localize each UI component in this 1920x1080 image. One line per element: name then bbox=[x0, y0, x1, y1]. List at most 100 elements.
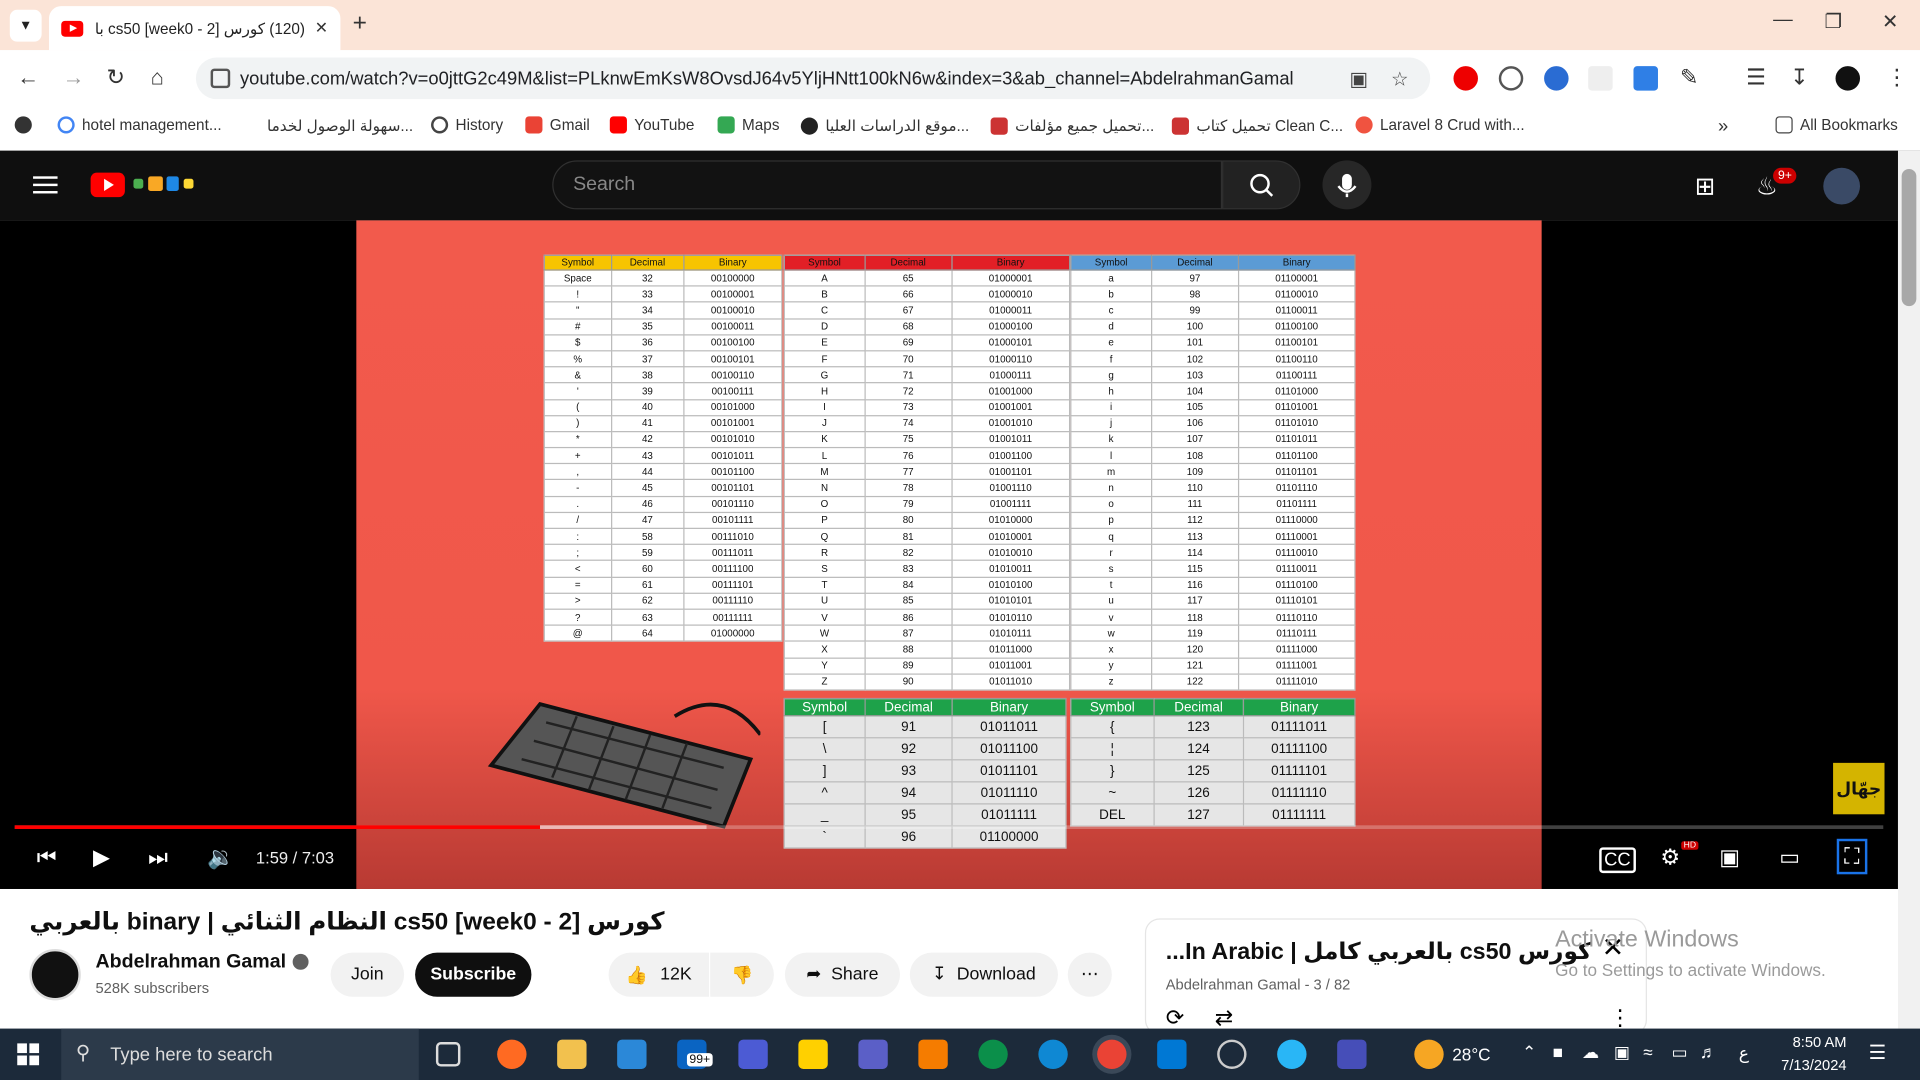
teams-new-icon[interactable] bbox=[1337, 1039, 1367, 1069]
bookmark-item[interactable]: تحميل كتاب Clean C... bbox=[1171, 116, 1343, 135]
bookmark-item[interactable]: تحميل جميع مؤلفات... bbox=[990, 116, 1154, 135]
onedrive-cloud-icon[interactable]: ☁ bbox=[1582, 1042, 1599, 1063]
bookmark-item[interactable]: Maps bbox=[717, 116, 779, 134]
next-video-icon[interactable]: ⏭ bbox=[148, 845, 168, 871]
tab-search-dropdown-icon[interactable]: ▼ bbox=[9, 9, 42, 42]
app-icon[interactable] bbox=[497, 1039, 527, 1069]
subscribe-button[interactable]: Subscribe bbox=[415, 952, 532, 997]
task-view-icon[interactable] bbox=[435, 1042, 461, 1067]
previous-video-icon[interactable]: ⏮ bbox=[37, 845, 57, 871]
teams-icon[interactable] bbox=[858, 1039, 888, 1069]
voice-search-button[interactable] bbox=[1322, 160, 1372, 210]
media-control-icon[interactable]: ☰ bbox=[1746, 65, 1766, 91]
shuffle-icon[interactable]: ⇄ bbox=[1215, 1005, 1233, 1031]
search-button[interactable] bbox=[1222, 160, 1301, 210]
clock-date[interactable]: 7/13/2024 bbox=[1773, 1057, 1846, 1074]
captions-icon[interactable]: CC bbox=[1599, 847, 1636, 874]
play-icon[interactable]: ▶ bbox=[93, 845, 110, 871]
bookmark-item[interactable]: YouTube bbox=[609, 116, 694, 134]
fullscreen-icon[interactable]: ⛶ bbox=[1836, 838, 1867, 875]
extension-icon[interactable] bbox=[1588, 66, 1613, 91]
file-explorer-icon[interactable] bbox=[557, 1039, 587, 1069]
home-icon[interactable]: ⌂ bbox=[151, 65, 164, 91]
more-actions-icon[interactable]: ⋯ bbox=[1067, 952, 1112, 997]
download-icon[interactable]: ↧ bbox=[1790, 65, 1808, 91]
shield-icon[interactable]: ■ bbox=[1553, 1042, 1563, 1062]
volume-icon[interactable]: 🔉 bbox=[207, 845, 234, 871]
playlist-menu-icon[interactable]: ⋮ bbox=[1609, 1005, 1631, 1031]
minimize-icon[interactable]: — bbox=[1773, 10, 1793, 32]
profile-avatar[interactable] bbox=[1835, 66, 1861, 91]
github-desktop-icon[interactable] bbox=[1217, 1039, 1247, 1069]
bookmark-star-icon[interactable]: ☆ bbox=[1391, 67, 1409, 91]
scrollbar-thumb[interactable] bbox=[1901, 168, 1917, 307]
page-scrollbar[interactable] bbox=[1897, 150, 1920, 1029]
forward-icon[interactable]: → bbox=[62, 65, 84, 91]
potplayer-icon[interactable] bbox=[798, 1039, 828, 1069]
theater-mode-icon[interactable]: ▭ bbox=[1779, 845, 1800, 871]
join-button[interactable]: Join bbox=[330, 952, 405, 997]
channel-name[interactable]: Abdelrahman Gamal bbox=[96, 951, 309, 973]
bookmark-item[interactable]: موقع الدراسات العليا... bbox=[800, 116, 969, 135]
channel-avatar[interactable] bbox=[29, 948, 81, 1001]
chrome-icon[interactable] bbox=[1097, 1039, 1127, 1069]
loop-icon[interactable]: ⟳ bbox=[1166, 1005, 1184, 1031]
new-tab-button[interactable]: + bbox=[353, 10, 367, 38]
adblock-extension-icon[interactable] bbox=[1453, 66, 1478, 91]
miniplayer-icon[interactable]: ▣ bbox=[1719, 845, 1740, 871]
channel-watermark[interactable]: جهّال bbox=[1833, 762, 1885, 815]
all-bookmarks[interactable]: All Bookmarks bbox=[1775, 116, 1898, 134]
share-button[interactable]: ➦ Share bbox=[784, 952, 901, 997]
speaker-icon[interactable]: ♬ bbox=[1700, 1042, 1717, 1062]
edge-icon[interactable] bbox=[1038, 1039, 1068, 1069]
bookmark-item[interactable]: hotel management... bbox=[57, 116, 222, 134]
clock-time[interactable]: 8:50 AM bbox=[1773, 1033, 1847, 1050]
account-avatar[interactable] bbox=[1823, 167, 1861, 205]
xampp-icon[interactable] bbox=[918, 1039, 948, 1069]
store-icon[interactable] bbox=[617, 1039, 647, 1069]
camera-icon[interactable]: ▣ bbox=[1614, 1042, 1630, 1063]
close-window-icon[interactable]: ✕ bbox=[1882, 10, 1898, 34]
search-input[interactable]: Search bbox=[552, 160, 1223, 210]
dislike-button[interactable]: 👎 bbox=[710, 952, 774, 997]
wifi-icon[interactable]: ≈ bbox=[1643, 1042, 1652, 1062]
more-bookmarks-icon[interactable]: » bbox=[1718, 116, 1728, 137]
download-button[interactable]: ↧ Download bbox=[909, 952, 1058, 997]
vscode-icon[interactable] bbox=[1157, 1039, 1187, 1069]
video-player[interactable]: Symbol Decimal Binary Space 32 00100000! 33 001… bbox=[0, 220, 1898, 889]
progress-bar[interactable] bbox=[14, 825, 1884, 829]
app-icon[interactable] bbox=[1277, 1039, 1307, 1069]
extension-icon[interactable] bbox=[1633, 66, 1658, 91]
address-bar[interactable]: youtube.com/watch?v=o0jttG2c49M&list=PLk… bbox=[195, 57, 1431, 100]
windows-start-icon[interactable] bbox=[17, 1043, 40, 1066]
youtube-logo[interactable] bbox=[90, 172, 125, 198]
show-hidden-icons-icon[interactable]: ⌃ bbox=[1522, 1042, 1536, 1063]
menu-hamburger-icon[interactable] bbox=[33, 176, 58, 194]
like-button[interactable]: 👍 12K bbox=[608, 952, 709, 997]
app-icon[interactable] bbox=[738, 1039, 768, 1069]
browser-menu-icon[interactable]: ⋮ bbox=[1886, 65, 1908, 91]
bookmark-item[interactable]: سهولة الوصول لخدما... bbox=[267, 116, 413, 135]
input-language[interactable]: ع bbox=[1739, 1043, 1749, 1064]
restore-icon[interactable]: ❐ bbox=[1825, 10, 1843, 34]
bookmark-item[interactable]: Laravel 8 Crud with... bbox=[1355, 116, 1525, 134]
browser-tab-active[interactable]: (120) كورس cs50 [week0 - 2] بال ✕ bbox=[48, 6, 341, 51]
taskbar-search-input[interactable]: ⚲ Type here to search bbox=[61, 1028, 419, 1080]
create-video-icon[interactable]: ⊞ bbox=[1695, 171, 1716, 202]
settings-gear-icon[interactable]: ⚙ bbox=[1660, 845, 1680, 871]
extension-icon[interactable] bbox=[1498, 66, 1524, 91]
extension-icon[interactable] bbox=[1544, 66, 1569, 91]
weather-icon[interactable] bbox=[1414, 1039, 1444, 1069]
extensions-puzzle-icon[interactable]: ✎ bbox=[1680, 65, 1698, 91]
mongodb-icon[interactable] bbox=[978, 1039, 1008, 1069]
close-tab-icon[interactable]: ✕ bbox=[315, 18, 328, 38]
reload-icon[interactable]: ↻ bbox=[107, 65, 125, 91]
battery-icon[interactable]: ▭ bbox=[1671, 1042, 1687, 1063]
apps-globe-icon[interactable] bbox=[14, 116, 39, 134]
bookmark-item[interactable]: Gmail bbox=[525, 116, 590, 134]
notification-center-icon[interactable]: ☰ bbox=[1869, 1041, 1887, 1065]
bookmark-item[interactable]: History bbox=[431, 116, 503, 134]
back-icon[interactable]: ← bbox=[17, 65, 39, 91]
site-info-icon[interactable] bbox=[210, 68, 231, 89]
install-app-icon[interactable]: ▣ bbox=[1349, 67, 1368, 91]
